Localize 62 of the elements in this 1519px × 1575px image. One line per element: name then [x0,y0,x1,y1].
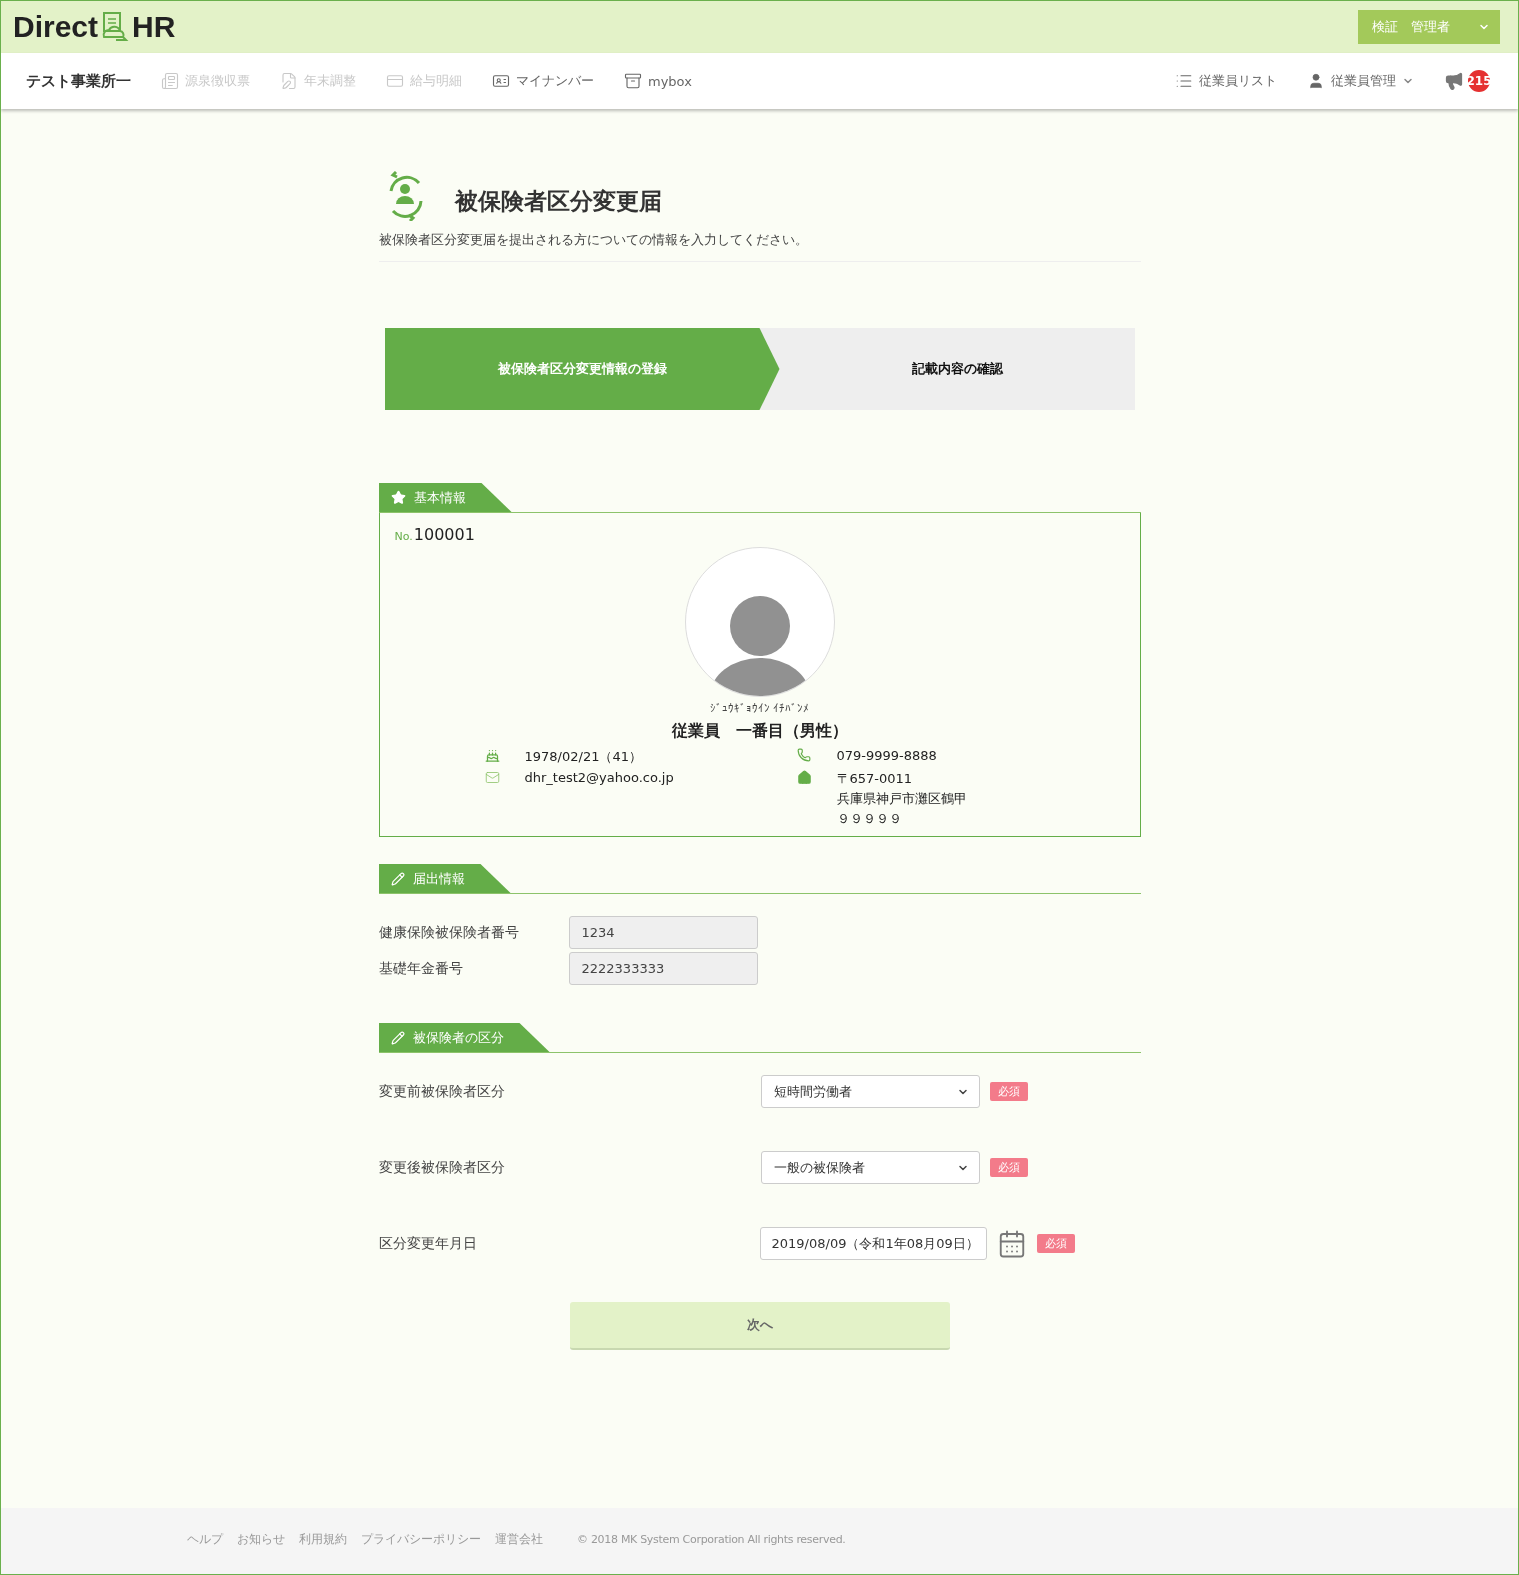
name-kana: ｼﾞｭｳｷﾞｮｳｲﾝ ｲﾁﾊﾞﾝﾒ [709,702,810,715]
phone-number: 079-9999-8888 [836,748,938,763]
date-field[interactable]: 2019/08/09（令和1年08月09日） [759,1227,987,1260]
section-heading: 届出情報 [412,869,465,888]
footer-link[interactable]: 利用規約 [299,1530,347,1548]
footer-link[interactable]: プライバシーポリシー [361,1530,481,1548]
logo-text: HR [132,10,176,44]
document-icon [161,72,179,90]
page-title: 被保険者区分変更届 [454,186,662,216]
notification-button[interactable]: 215 [1444,70,1490,92]
select-field[interactable]: 短時間労働者 [760,1075,980,1108]
next-button[interactable]: 次へ [569,1302,950,1350]
footer-link[interactable]: ヘルプ [187,1530,223,1548]
postal-code: 〒657-0011 [836,770,914,788]
employee-number: 100001 [413,525,475,544]
address-line: 兵庫県神戸市灘区鶴甲 [836,790,968,808]
nav-item[interactable]: 従業員リスト [1175,72,1277,90]
field-label: 変更後被保険者区分 [378,1158,506,1177]
user-icon [1307,72,1325,90]
footer-link[interactable]: お知らせ [237,1530,285,1548]
document-pen-icon [280,72,298,90]
required-tag: 必須 [989,1158,1028,1177]
email: dhr_test2@yahoo.co.jp [524,770,675,785]
box-icon [624,72,642,90]
office-name: テスト事業所一 [26,71,131,91]
step: 記載内容の確認 [759,328,1135,410]
nav-item[interactable]: 従業員管理 [1307,72,1414,90]
list-icon [1175,72,1193,90]
phone-icon [796,748,811,762]
field-label: 基礎年金番号 [378,959,464,978]
id-card-icon [492,72,510,90]
input-field[interactable]: 1234 [568,916,758,949]
cake-icon [484,748,500,763]
copyright: © 2018 MK System Corporation All rights reserved. [577,1532,846,1546]
section-heading: 被保険者の区分 [412,1028,504,1047]
field-label: 健康保険被保険者番号 [378,923,520,942]
mail-icon [484,770,500,785]
logo-icon [100,11,131,43]
nav-item[interactable]: マイナンバー [492,72,594,90]
step: 被保険者区分変更情報の登録 [384,328,780,410]
page-description: 被保険者区分変更届を提出される方についての情報を入力してください。 [378,231,1141,262]
input-field[interactable]: 2222333333 [568,952,758,985]
megaphone-icon [1444,71,1464,91]
nav-item[interactable]: mybox [624,72,692,90]
number-prefix: No. [394,530,413,543]
address-line: ９９９９９ [836,810,903,828]
notification-count: 215 [1468,70,1490,92]
house-icon [796,770,812,785]
pencil-icon [390,1030,405,1045]
required-tag: 必須 [989,1082,1028,1101]
employee-name: 従業員 一番目（男性） [671,721,848,742]
section-heading: 基本情報 [413,488,466,507]
select-field[interactable]: 一般の被保険者 [760,1151,980,1184]
required-tag: 必須 [1036,1234,1075,1253]
birthday: 1978/02/21（41） [524,748,643,766]
logo-text: Direct [13,10,99,44]
pencil-icon [390,871,405,886]
field-label: 変更前被保険者区分 [378,1082,506,1101]
field-label: 区分変更年月日 [378,1234,478,1253]
footer-link[interactable]: 運営会社 [495,1530,543,1548]
star-icon [390,490,406,505]
card-icon [386,72,404,90]
